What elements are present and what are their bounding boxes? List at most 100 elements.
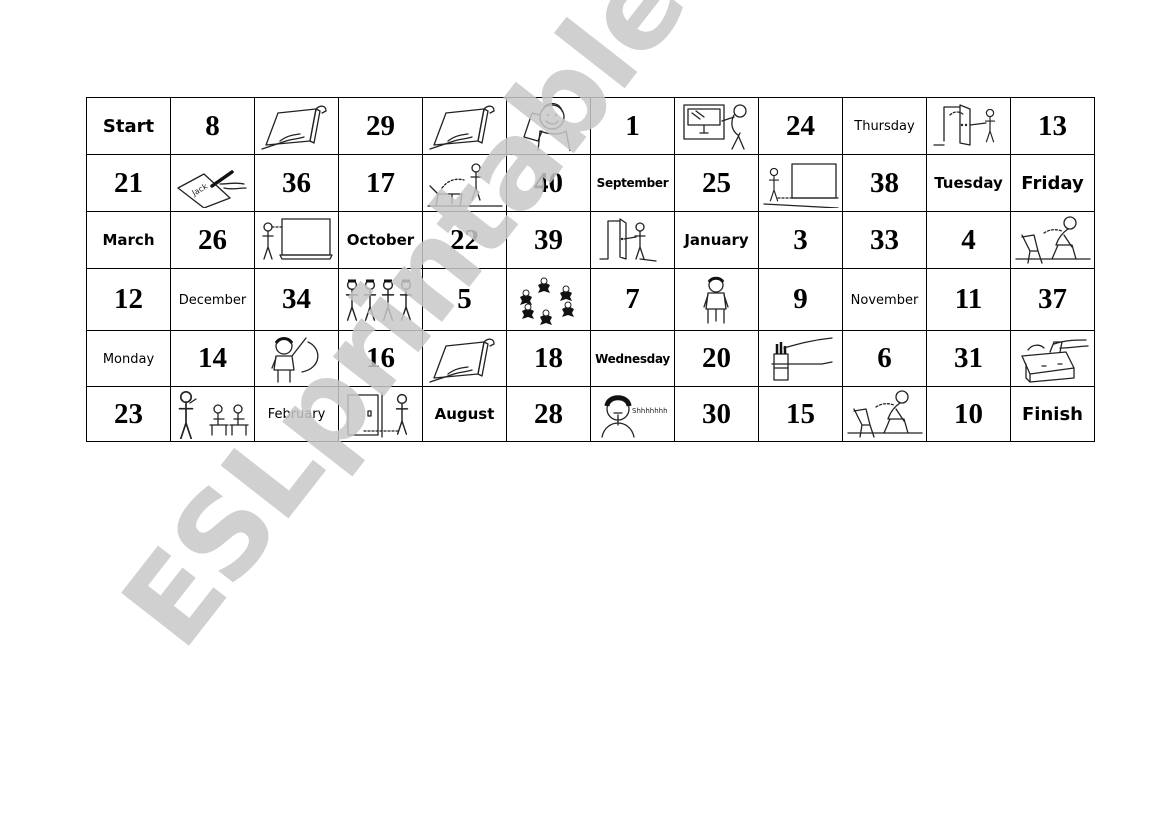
cell-number: 34 xyxy=(282,283,311,315)
board-cell: 14 xyxy=(170,330,255,387)
open-book-icon xyxy=(256,101,338,151)
cell-number: 12 xyxy=(114,283,143,315)
cell-number: 8 xyxy=(205,109,220,142)
board-cell: Finish xyxy=(1010,386,1095,442)
board-cell: Start xyxy=(86,97,171,155)
cell-word: Tuesday xyxy=(934,173,1003,192)
cell-word: January xyxy=(684,230,749,249)
board-cell: 25 xyxy=(674,154,759,212)
cell-number: 22 xyxy=(450,223,479,256)
board-cell: August xyxy=(422,386,507,442)
go-out-door-icon xyxy=(340,389,422,439)
cell-number: 14 xyxy=(198,342,227,374)
svg-text:Shhhhhhh: Shhhhhhh xyxy=(632,407,668,415)
cell-number: 6 xyxy=(877,342,892,374)
stand-still-icon xyxy=(676,275,758,325)
boy-listening-icon xyxy=(508,101,590,151)
make-a-circle-icon xyxy=(508,275,590,325)
board-cell: 24 xyxy=(758,97,843,155)
cell-number: 11 xyxy=(954,283,983,315)
cell-number: 29 xyxy=(366,109,395,142)
board-cell: 8 xyxy=(170,97,255,155)
board-cell xyxy=(422,330,507,387)
board-cell xyxy=(674,97,759,155)
sit-down-icon xyxy=(844,389,926,439)
board-row: Monday 14 16 18 Wednesday 20 6 31 xyxy=(86,330,1095,387)
board-cell: Monday xyxy=(86,330,171,387)
cell-number: 37 xyxy=(1038,283,1067,315)
board-cell xyxy=(254,330,339,387)
board-cell: 34 xyxy=(254,268,339,331)
cell-number: 10 xyxy=(954,397,983,430)
board-cell: 21 xyxy=(86,154,171,212)
board-row: 21 Jack 36 17 40 September 25 38 Tuesday Friday xyxy=(86,154,1095,212)
board-cell xyxy=(1010,211,1095,269)
board-cell: 28 xyxy=(506,386,591,442)
board-row: Start 8 29 1 24 Thursday 13 xyxy=(86,97,1095,155)
cell-number: 4 xyxy=(961,223,976,256)
board-cell: 5 xyxy=(422,268,507,331)
board-cell: 4 xyxy=(926,211,1011,269)
open-book-icon xyxy=(424,334,506,384)
cell-word: October xyxy=(346,230,415,249)
cell-number: 7 xyxy=(625,283,640,315)
board-cell: 9 xyxy=(758,268,843,331)
board-cell: 1 xyxy=(590,97,675,155)
stand-up-icon xyxy=(424,158,506,208)
cell-number: 33 xyxy=(870,223,899,256)
board-cell: 10 xyxy=(926,386,1011,442)
cell-number: 17 xyxy=(366,166,395,199)
board-cell: 7 xyxy=(590,268,675,331)
board-cell: 39 xyxy=(506,211,591,269)
cell-number: 21 xyxy=(114,166,143,199)
board-row: 23 February August 28 Shhhhhhh 30 15 10 Finish xyxy=(86,386,1095,442)
board-cell: Thursday xyxy=(842,97,927,155)
cell-word: Wednesday xyxy=(595,351,670,366)
board-cell xyxy=(590,211,675,269)
open-door-icon xyxy=(928,101,1010,151)
board-cell: 30 xyxy=(674,386,759,442)
cell-number: 18 xyxy=(534,342,563,374)
cell-word: March xyxy=(102,230,155,249)
board-cell xyxy=(506,97,591,155)
cell-number: 28 xyxy=(534,397,563,430)
raise-hand-icon xyxy=(256,334,338,384)
cell-number: 23 xyxy=(114,397,143,430)
board-cell: January xyxy=(674,211,759,269)
open-bag-icon xyxy=(1012,334,1094,384)
cell-number: 13 xyxy=(1038,109,1067,142)
board-cell: Friday xyxy=(1010,154,1095,212)
cell-number: 36 xyxy=(282,166,311,199)
cell-number: 40 xyxy=(534,166,563,199)
cell-number: 31 xyxy=(954,342,983,374)
cell-number: 39 xyxy=(534,223,563,256)
board-cell: 40 xyxy=(506,154,591,212)
board-cell: 16 xyxy=(338,330,423,387)
board-cell: Shhhhhhh xyxy=(590,386,675,442)
line-up-icon xyxy=(340,275,422,325)
board-row: March 26 October 22 39 January 3 33 4 xyxy=(86,211,1095,269)
cell-word: Monday xyxy=(102,351,155,367)
cell-number: 3 xyxy=(793,223,808,256)
board-cell xyxy=(254,97,339,155)
cell-number: 15 xyxy=(786,397,815,430)
write-name-icon: Jack xyxy=(172,158,254,208)
board-cell xyxy=(926,97,1011,155)
cell-number: 24 xyxy=(786,109,815,142)
svg-text:Jack: Jack xyxy=(189,182,209,199)
cell-word: August xyxy=(434,404,495,423)
cell-word: September xyxy=(596,176,669,190)
board-cell: 29 xyxy=(338,97,423,155)
cell-number: 1 xyxy=(625,109,640,142)
board-cell: 33 xyxy=(842,211,927,269)
cell-word: December xyxy=(178,292,247,308)
game-board: Start 8 29 1 24 Thursday 13 21 Jack 36 17 40 Septe… xyxy=(86,97,1095,442)
board-cell: 6 xyxy=(842,330,927,387)
take-pencil-icon xyxy=(760,334,842,384)
cell-number: 16 xyxy=(366,342,395,374)
cell-number: 20 xyxy=(702,342,731,374)
board-cell: December xyxy=(170,268,255,331)
cell-word: February xyxy=(267,407,326,422)
board-cell: 23 xyxy=(86,386,171,442)
board-cell xyxy=(254,211,339,269)
